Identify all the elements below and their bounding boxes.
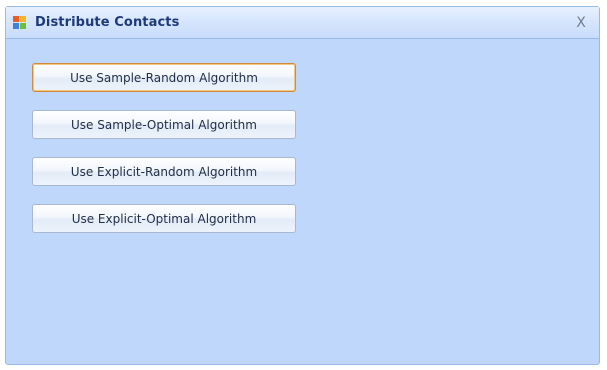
app-icon [12, 15, 28, 31]
use-explicit-optimal-algorithm-button[interactable]: Use Explicit-Optimal Algorithm [32, 204, 296, 233]
window-title: Distribute Contacts [35, 15, 180, 30]
use-sample-optimal-algorithm-button[interactable]: Use Sample-Optimal Algorithm [32, 110, 296, 139]
title-bar: Distribute Contacts X [6, 7, 599, 39]
distribute-contacts-dialog: Distribute Contacts X Use Sample-Random … [5, 6, 600, 365]
use-sample-random-algorithm-button[interactable]: Use Sample-Random Algorithm [32, 63, 296, 92]
close-button[interactable]: X [568, 12, 594, 34]
close-icon: X [576, 15, 586, 31]
use-explicit-random-algorithm-button[interactable]: Use Explicit-Random Algorithm [32, 157, 296, 186]
